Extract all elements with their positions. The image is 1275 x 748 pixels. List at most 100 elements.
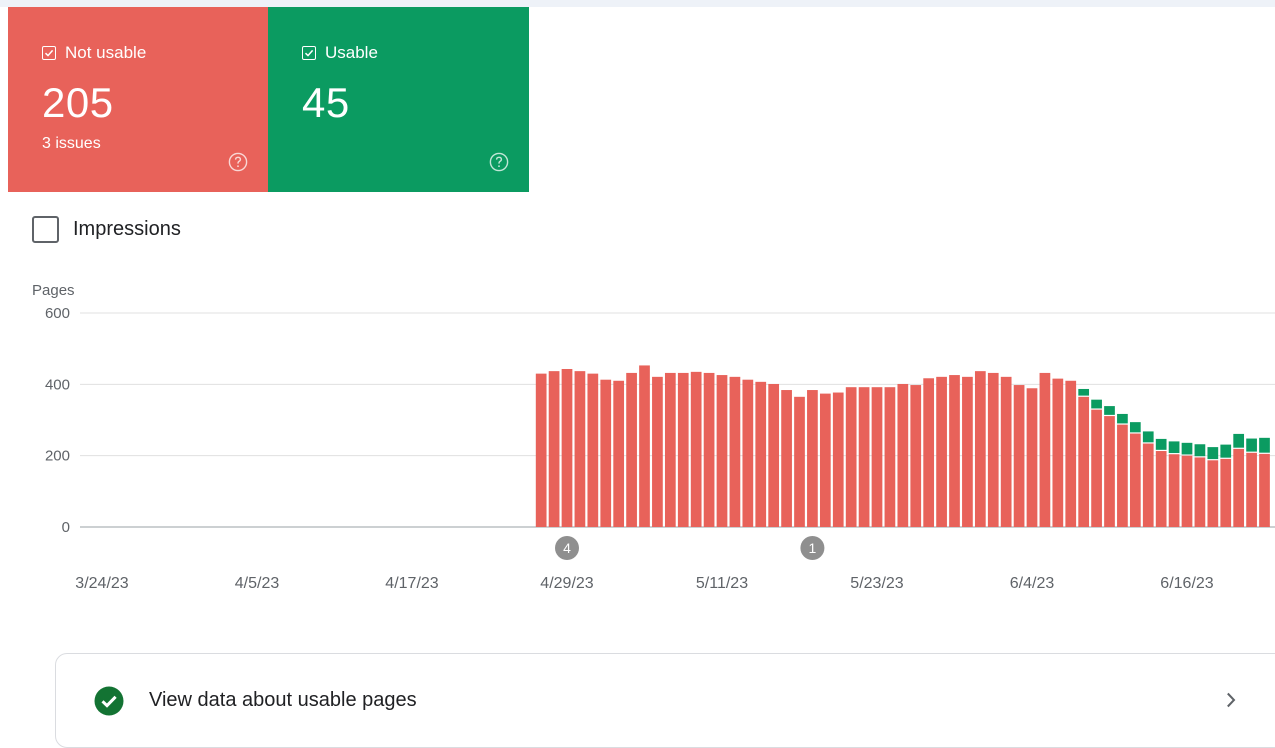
bar-not-usable[interactable] xyxy=(652,376,663,527)
bar-not-usable[interactable] xyxy=(574,371,586,527)
bar-not-usable[interactable] xyxy=(639,365,650,527)
not-usable-header: Not usable xyxy=(42,43,146,63)
x-tick-label: 4/29/23 xyxy=(540,575,593,592)
bar-usable[interactable] xyxy=(1246,438,1257,452)
bar-usable[interactable] xyxy=(1091,399,1102,409)
bar-not-usable[interactable] xyxy=(716,375,728,527)
bar-usable[interactable] xyxy=(1194,444,1206,457)
bar-not-usable[interactable] xyxy=(871,387,883,527)
bar-not-usable[interactable] xyxy=(1142,443,1154,527)
bar-not-usable[interactable] xyxy=(1052,378,1064,527)
bar-not-usable[interactable] xyxy=(1129,433,1141,527)
usable-card[interactable]: Usable 45 xyxy=(268,7,529,192)
checkbox-checked-icon[interactable] xyxy=(42,46,56,60)
bar-not-usable[interactable] xyxy=(548,371,560,527)
bar-not-usable[interactable] xyxy=(561,368,573,527)
bar-not-usable[interactable] xyxy=(819,393,831,527)
bar-not-usable[interactable] xyxy=(664,372,676,527)
annotation-label: 1 xyxy=(809,540,817,556)
bar-not-usable[interactable] xyxy=(613,380,625,527)
not-usable-label: Not usable xyxy=(65,43,147,62)
bar-not-usable[interactable] xyxy=(974,371,986,527)
bar-not-usable[interactable] xyxy=(807,390,818,527)
bar-not-usable[interactable] xyxy=(1013,385,1025,527)
not-usable-issues: 3 issues xyxy=(42,135,101,152)
bar-not-usable[interactable] xyxy=(1194,457,1206,527)
bar-usable[interactable] xyxy=(1181,442,1193,455)
check-circle-icon xyxy=(94,686,124,716)
x-tick-label: 4/17/23 xyxy=(385,575,438,592)
bar-not-usable[interactable] xyxy=(923,378,935,527)
y-axis-label: Pages xyxy=(32,282,75,299)
bar-usable[interactable] xyxy=(1142,431,1154,443)
bar-not-usable[interactable] xyxy=(677,372,689,527)
usable-header: Usable xyxy=(302,43,378,63)
bar-not-usable[interactable] xyxy=(1207,460,1219,527)
bar-usable[interactable] xyxy=(1259,437,1270,453)
bar-not-usable[interactable] xyxy=(1104,416,1115,527)
y-tick-label: 600 xyxy=(45,305,70,322)
bar-not-usable[interactable] xyxy=(626,372,637,527)
annotation-marker[interactable]: 4 xyxy=(555,536,579,560)
bar-not-usable[interactable] xyxy=(1026,388,1038,527)
bar-not-usable[interactable] xyxy=(1220,458,1232,527)
bar-not-usable[interactable] xyxy=(794,396,805,527)
annotation-marker[interactable]: 1 xyxy=(800,536,825,560)
checkbox-unchecked-icon[interactable] xyxy=(32,216,59,243)
bar-not-usable[interactable] xyxy=(1117,424,1128,527)
bar-not-usable[interactable] xyxy=(600,379,612,527)
bar-not-usable[interactable] xyxy=(535,373,547,527)
bar-not-usable[interactable] xyxy=(587,373,599,527)
bar-not-usable[interactable] xyxy=(781,390,792,527)
checkbox-checked-icon[interactable] xyxy=(302,46,316,60)
x-tick-label: 6/16/23 xyxy=(1160,575,1213,592)
bar-usable[interactable] xyxy=(1155,438,1167,450)
bar-not-usable[interactable] xyxy=(949,375,960,527)
bar-not-usable[interactable] xyxy=(884,387,896,527)
bar-not-usable[interactable] xyxy=(962,376,973,527)
bar-not-usable[interactable] xyxy=(1181,455,1193,527)
bar-usable[interactable] xyxy=(1207,447,1219,460)
usable-count: 45 xyxy=(302,79,350,126)
not-usable-card[interactable]: Not usable 205 3 issues xyxy=(8,7,268,192)
bar-not-usable[interactable] xyxy=(1168,454,1180,527)
bar-usable[interactable] xyxy=(1117,413,1128,424)
x-tick-label: 6/4/23 xyxy=(1010,575,1055,592)
bar-not-usable[interactable] xyxy=(936,376,947,527)
bar-not-usable[interactable] xyxy=(755,381,767,527)
bar-not-usable[interactable] xyxy=(1259,453,1270,527)
bar-not-usable[interactable] xyxy=(729,376,741,527)
bar-not-usable[interactable] xyxy=(858,387,870,527)
bar-not-usable[interactable] xyxy=(1078,396,1090,527)
bar-not-usable[interactable] xyxy=(1065,380,1077,527)
bar-not-usable[interactable] xyxy=(1155,451,1167,527)
bar-usable[interactable] xyxy=(1168,441,1180,454)
view-usable-pages-link[interactable]: View data about usable pages xyxy=(55,653,1275,748)
bar-not-usable[interactable] xyxy=(1091,409,1102,527)
bar-not-usable[interactable] xyxy=(845,387,857,527)
top-strip xyxy=(0,0,1275,7)
bar-not-usable[interactable] xyxy=(1233,448,1245,527)
bar-usable[interactable] xyxy=(1220,444,1232,458)
bar-usable[interactable] xyxy=(1078,388,1090,396)
bar-not-usable[interactable] xyxy=(742,379,754,527)
bar-not-usable[interactable] xyxy=(832,392,844,527)
bar-not-usable[interactable] xyxy=(690,371,702,527)
bar-not-usable[interactable] xyxy=(1246,452,1257,527)
bar-not-usable[interactable] xyxy=(897,383,909,527)
impressions-toggle[interactable]: Impressions xyxy=(32,216,181,243)
help-icon[interactable] xyxy=(228,152,248,172)
bar-not-usable[interactable] xyxy=(910,385,922,527)
bar-usable[interactable] xyxy=(1233,433,1245,448)
bar-usable[interactable] xyxy=(1129,422,1141,433)
bar-usable[interactable] xyxy=(1104,406,1115,415)
bar-not-usable[interactable] xyxy=(1000,376,1012,527)
bar-not-usable[interactable] xyxy=(703,372,715,527)
bar-not-usable[interactable] xyxy=(1039,372,1051,527)
help-icon[interactable] xyxy=(489,152,509,172)
chevron-right-icon[interactable] xyxy=(1221,690,1241,710)
bar-not-usable[interactable] xyxy=(987,372,999,527)
y-tick-label: 200 xyxy=(45,448,70,465)
bar-not-usable[interactable] xyxy=(768,383,780,527)
not-usable-count: 205 xyxy=(42,79,114,126)
